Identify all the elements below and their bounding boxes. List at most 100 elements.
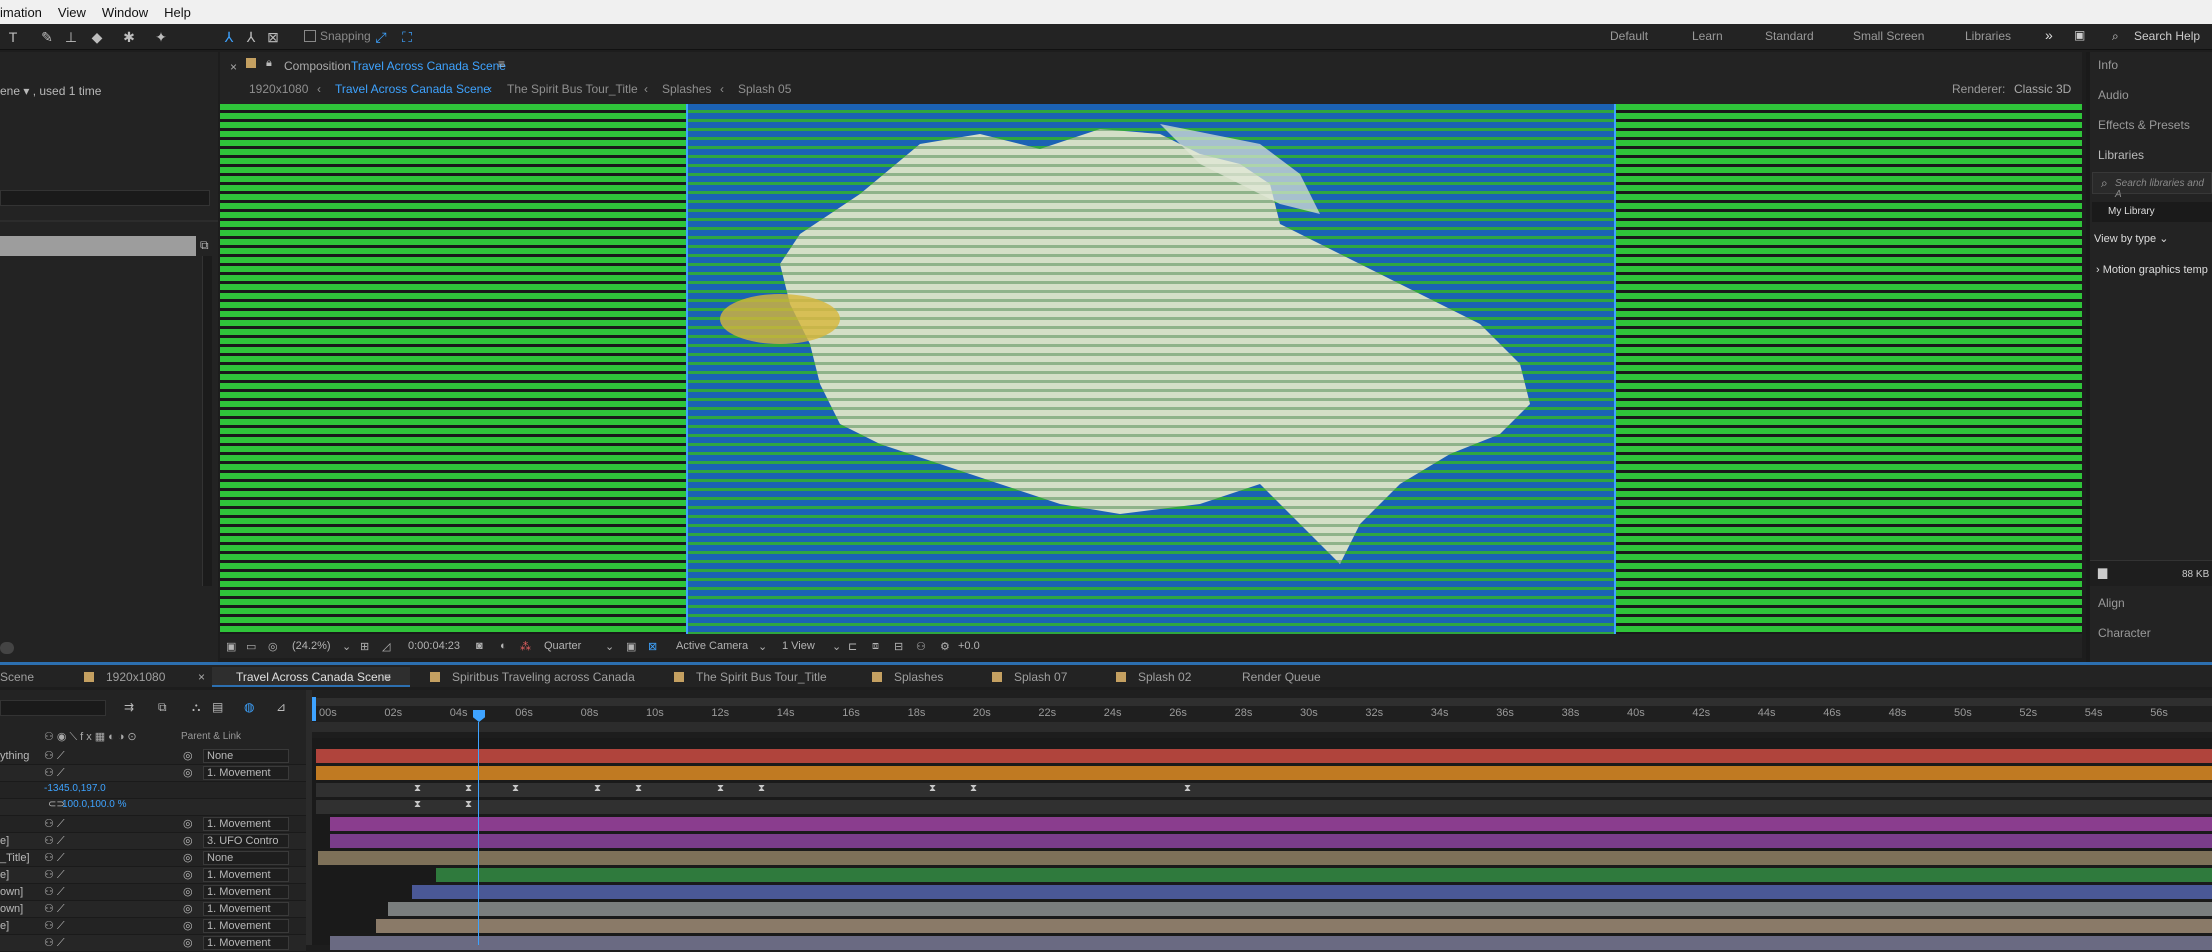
library-search-input[interactable]: ⌕ Search libraries and A: [2092, 172, 2212, 200]
breadcrumb-splashes[interactable]: Splashes: [662, 82, 711, 96]
panel-menu-icon[interactable]: ≡: [384, 670, 391, 684]
more-workspaces-icon[interactable]: »: [2045, 27, 2053, 43]
keyframe[interactable]: ⧗: [414, 799, 421, 810]
chevron-down-icon[interactable]: ⌄: [832, 640, 841, 653]
transparency-grid-icon[interactable]: ⊠: [648, 640, 657, 653]
parent-select[interactable]: 1. Movement: [203, 919, 289, 933]
layer-switches-icon[interactable]: ⚇ ⟋: [44, 749, 65, 763]
clone-stamp-icon[interactable]: ⊥: [62, 28, 80, 46]
layer-switches-icon[interactable]: ⚇ ⟋: [44, 868, 65, 882]
layer-duration-bar[interactable]: [412, 885, 2212, 899]
tab-spiritbus-traveling[interactable]: Spiritbus Traveling across Canada: [452, 670, 635, 684]
layer-search-input[interactable]: [0, 700, 106, 716]
workspace-learn[interactable]: Learn: [1692, 29, 1723, 43]
chevron-down-icon[interactable]: ⌄: [758, 640, 767, 653]
layer-switches-icon[interactable]: ⚇ ⟋: [44, 766, 65, 780]
libraries-tab[interactable]: Libraries: [2098, 148, 2144, 162]
parent-select[interactable]: 1. Movement: [203, 868, 289, 882]
tab-spirit-bus-title[interactable]: The Spirit Bus Tour_Title: [696, 670, 827, 684]
renderer-value[interactable]: Classic 3D: [2014, 82, 2071, 96]
tab-splashes[interactable]: Splashes: [894, 670, 943, 684]
vr-icon[interactable]: ◎: [268, 640, 278, 653]
safe-area-icon[interactable]: ⊞: [360, 640, 369, 653]
flowchart-icon[interactable]: ⧉: [200, 238, 209, 253]
info-panel-tab[interactable]: Info: [2098, 58, 2118, 72]
type-tool-icon[interactable]: T: [4, 28, 22, 46]
project-header-row[interactable]: [0, 236, 196, 256]
region-of-interest-icon[interactable]: ▣: [626, 640, 636, 653]
composition-name[interactable]: Travel Across Canada Scene: [351, 59, 506, 73]
breadcrumb-splash-05[interactable]: Splash 05: [738, 82, 791, 96]
panel-toggle-icon[interactable]: ▣: [2074, 28, 2085, 42]
frame-blending-icon[interactable]: ▤: [212, 700, 223, 714]
audio-panel-tab[interactable]: Audio: [2098, 88, 2129, 102]
snapping-checkbox[interactable]: [304, 30, 316, 42]
axis-local-icon[interactable]: ⅄: [220, 28, 238, 46]
breadcrumb-spirit-bus-title[interactable]: The Spirit Bus Tour_Title: [507, 82, 638, 96]
library-select[interactable]: My Library: [2092, 202, 2212, 222]
tab-scene[interactable]: Scene: [0, 670, 34, 684]
always-preview-icon[interactable]: ▣: [226, 640, 236, 653]
layer-row[interactable]: [0, 799, 306, 816]
snap-edge-icon[interactable]: ⤢: [372, 28, 390, 46]
axis-world-icon[interactable]: ⅄: [242, 28, 260, 46]
parent-select[interactable]: 1. Movement: [203, 817, 289, 831]
parent-select[interactable]: None: [203, 851, 289, 865]
layer-duration-bar[interactable]: [330, 817, 2212, 831]
pick-whip-icon[interactable]: ◎: [183, 749, 193, 762]
keyframe[interactable]: ⧗: [758, 783, 765, 794]
keyframe[interactable]: ⧗: [465, 783, 472, 794]
layer-duration-bar[interactable]: [376, 919, 2212, 933]
layer-name[interactable]: own]: [0, 886, 23, 898]
pick-whip-icon[interactable]: ◎: [183, 834, 193, 847]
mask-visibility-icon[interactable]: ◿: [382, 640, 390, 653]
position-value[interactable]: -1345.0,197.0: [44, 783, 106, 794]
composition-mini-flowchart-icon[interactable]: ⇉: [124, 700, 134, 714]
keyframe[interactable]: ⧗: [512, 783, 519, 794]
menu-animation[interactable]: imation: [0, 5, 50, 20]
layer-name[interactable]: e]: [0, 869, 9, 881]
motion-graphics-group[interactable]: › Motion graphics temp: [2096, 264, 2208, 276]
panel-menu-icon[interactable]: ≡: [498, 57, 505, 71]
pick-whip-icon[interactable]: ◎: [183, 766, 193, 779]
tab-splash-07[interactable]: Splash 07: [1014, 670, 1067, 684]
pick-whip-icon[interactable]: ◎: [183, 919, 193, 932]
timeline-icon[interactable]: ⊟: [894, 640, 903, 653]
breadcrumb-size[interactable]: 1920x1080: [249, 82, 308, 96]
tab-1920x1080[interactable]: 1920x1080: [106, 670, 165, 684]
layer-switches-icon[interactable]: ⚇ ⟋: [44, 817, 65, 831]
project-scrollbar[interactable]: [202, 256, 212, 586]
fast-preview-icon[interactable]: ⧈: [872, 640, 879, 653]
align-panel-tab[interactable]: Align: [2098, 596, 2125, 610]
search-help-icon[interactable]: ⌕: [2112, 29, 2119, 44]
layer-name[interactable]: e]: [0, 835, 9, 847]
keyframe[interactable]: ⧗: [635, 783, 642, 794]
work-area-start-handle[interactable]: [312, 697, 316, 721]
zoom-value[interactable]: (24.2%): [292, 640, 331, 652]
workspace-default[interactable]: Default: [1610, 29, 1648, 43]
camera-select[interactable]: Active Camera: [676, 640, 748, 652]
search-help-field[interactable]: Search Help: [2134, 29, 2200, 43]
menu-view[interactable]: View: [50, 5, 94, 20]
layer-duration-bar[interactable]: [436, 868, 2212, 882]
pick-whip-icon[interactable]: ◎: [183, 817, 193, 830]
keyframe[interactable]: ⧗: [929, 783, 936, 794]
layer-switches-icon[interactable]: ⚇ ⟋: [44, 919, 65, 933]
pick-whip-icon[interactable]: ◎: [183, 936, 193, 949]
pick-whip-icon[interactable]: ◎: [183, 851, 193, 864]
keyframe[interactable]: ⧗: [414, 783, 421, 794]
eraser-icon[interactable]: ◆: [88, 28, 106, 46]
flowchart-icon[interactable]: ⚇: [916, 640, 926, 653]
parent-select[interactable]: 1. Movement: [203, 902, 289, 916]
puppet-pin-icon[interactable]: ✦: [152, 28, 170, 46]
axis-view-icon[interactable]: ⊠: [264, 28, 282, 46]
keyframe[interactable]: ⧗: [1184, 783, 1191, 794]
parent-select[interactable]: 3. UFO Contro: [203, 834, 289, 848]
layer-switches-icon[interactable]: ⚇ ⟋: [44, 834, 65, 848]
monitor-icon[interactable]: ▭: [246, 640, 256, 653]
workspace-small-screen[interactable]: Small Screen: [1853, 29, 1924, 43]
current-timecode[interactable]: 0:00:04:23: [408, 640, 460, 652]
shy-layers-icon[interactable]: ⛬: [192, 700, 200, 715]
color-channels-icon[interactable]: ⁂: [520, 640, 531, 653]
keyframe[interactable]: ⧗: [594, 783, 601, 794]
